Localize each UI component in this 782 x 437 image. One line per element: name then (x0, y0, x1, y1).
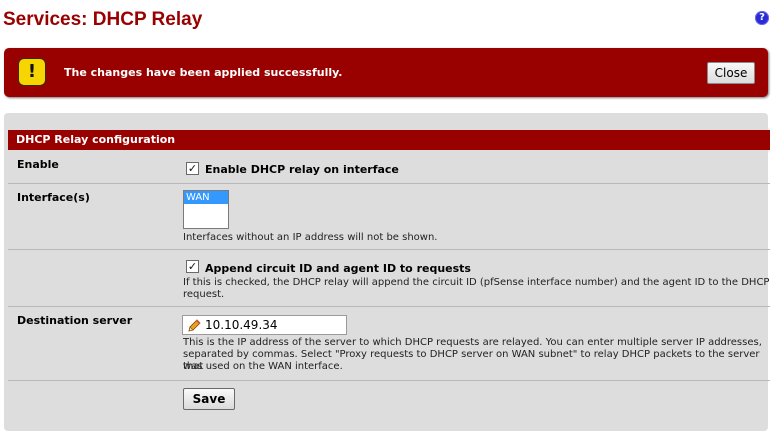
destination-help-1: This is the IP address of the server to … (183, 337, 762, 348)
close-button[interactable]: Close (707, 62, 755, 84)
destination-server-input[interactable]: 10.10.49.34 (182, 315, 347, 335)
destination-help-3: was used on the WAN interface. (183, 361, 343, 372)
panel-header: DHCP Relay configuration (8, 130, 770, 150)
interfaces-label: Interface(s) (17, 191, 90, 204)
append-agent-id-help-2: request. (183, 289, 225, 300)
enable-checkbox[interactable]: ✓ (186, 162, 199, 175)
interfaces-listbox[interactable]: WAN (183, 190, 229, 229)
success-alert: ! The changes have been applied successf… (4, 48, 768, 97)
destination-server-value: 10.10.49.34 (205, 318, 278, 332)
append-agent-id-help-1: If this is checked, the DHCP relay will … (183, 277, 770, 288)
interface-option-wan[interactable]: WAN (184, 191, 228, 204)
row-divider (8, 380, 770, 381)
interfaces-help: Interfaces without an IP address will no… (183, 232, 438, 243)
save-button[interactable]: Save (183, 388, 235, 410)
page-title: Services: DHCP Relay (3, 9, 203, 30)
question-icon[interactable]: ? (755, 11, 769, 25)
row-divider (8, 183, 770, 184)
enable-checkbox-label: Enable DHCP relay on interface (205, 163, 399, 176)
pencil-icon (188, 319, 201, 332)
enable-label: Enable (17, 158, 59, 171)
destination-server-label: Destination server (17, 314, 133, 327)
row-divider (8, 306, 770, 307)
append-agent-id-label: Append circuit ID and agent ID to reques… (205, 262, 471, 275)
alert-message: The changes have been applied successful… (64, 66, 343, 79)
warning-icon: ! (18, 58, 46, 86)
append-agent-id-checkbox[interactable]: ✓ (186, 260, 199, 273)
row-divider (8, 249, 770, 250)
